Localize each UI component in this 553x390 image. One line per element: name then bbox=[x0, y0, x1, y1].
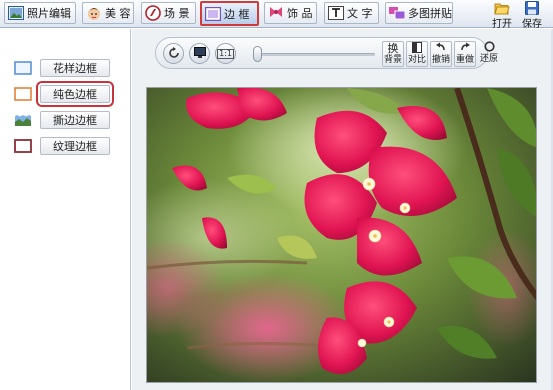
folder-open-icon bbox=[494, 1, 510, 15]
tab-text[interactable]: 文 字 bbox=[324, 2, 379, 24]
tab-collage[interactable]: 多图拼贴 bbox=[385, 2, 453, 24]
actual-size-label: 1:1 bbox=[217, 48, 234, 59]
restore-label: 还原 bbox=[479, 54, 498, 64]
swap-background-top-label: 换 bbox=[387, 42, 399, 55]
tab-label: 边 框 bbox=[224, 7, 250, 21]
fit-screen-button[interactable] bbox=[189, 43, 210, 64]
torn-frame-button[interactable]: 撕边边框 bbox=[40, 111, 110, 129]
texture-frame-button[interactable]: 纹理边框 bbox=[40, 137, 110, 155]
tab-frame[interactable]: 边 框 bbox=[200, 1, 259, 26]
tab-label: 文 字 bbox=[347, 7, 373, 20]
text-icon bbox=[328, 5, 344, 21]
torn-frame-icon bbox=[14, 113, 32, 127]
restore-button[interactable]: 还原 bbox=[478, 41, 500, 67]
save-button[interactable]: 保存 bbox=[519, 1, 545, 30]
accessory-icon bbox=[268, 5, 284, 21]
frame-icon bbox=[205, 6, 221, 22]
scene-icon bbox=[145, 5, 161, 21]
undo-label: 撤销 bbox=[431, 55, 450, 65]
open-button[interactable]: 打开 bbox=[489, 1, 515, 30]
solid-frame-button[interactable]: 纯色边框 bbox=[36, 81, 114, 107]
restore-icon bbox=[483, 41, 495, 54]
rotate-icon bbox=[168, 46, 180, 61]
redo-icon bbox=[460, 42, 470, 55]
open-label: 打开 bbox=[492, 19, 512, 30]
tab-photo-edit[interactable]: 照片编辑 bbox=[4, 2, 76, 24]
frame-item-torn: 撕边边框 bbox=[14, 111, 110, 129]
actual-size-button[interactable]: 1:1 bbox=[215, 43, 236, 64]
redo-button[interactable]: 重做 bbox=[454, 41, 476, 67]
compare-label: 对比 bbox=[407, 55, 426, 65]
zoom-slider-thumb[interactable] bbox=[253, 46, 262, 62]
tab-scene[interactable]: 场 景 bbox=[141, 2, 196, 24]
texture-frame-icon bbox=[14, 139, 32, 153]
compare-icon bbox=[412, 42, 422, 55]
photo-preview[interactable] bbox=[146, 87, 537, 383]
pattern-frame-icon bbox=[14, 61, 32, 75]
frame-type-sidebar: 花样边框 纯色边框 撕边边框 纹理边框 bbox=[0, 29, 131, 390]
flower-photo-image bbox=[147, 88, 536, 382]
tab-label: 美 容 bbox=[105, 7, 131, 20]
swap-background-button[interactable]: 换 背景 bbox=[382, 41, 404, 67]
redo-label: 重做 bbox=[455, 55, 474, 65]
compare-button[interactable]: 对比 bbox=[406, 41, 428, 67]
tab-accessory[interactable]: 饰 品 bbox=[264, 2, 317, 24]
main-toolbar: 照片编辑 美 容 场 景 边 框 饰 品 文 字 多图拼贴 打开 保存 bbox=[0, 0, 553, 30]
tab-beauty[interactable]: 美 容 bbox=[82, 2, 134, 24]
frame-item-texture: 纹理边框 bbox=[14, 137, 110, 155]
beauty-icon bbox=[86, 5, 102, 21]
tab-label: 场 景 bbox=[164, 7, 190, 20]
editor-canvas-area: 1:1 换 背景 对比 撤销 重做 还原 bbox=[132, 29, 553, 390]
tab-label: 饰 品 bbox=[287, 7, 313, 20]
save-label: 保存 bbox=[522, 19, 542, 30]
view-control-bar: 1:1 换 背景 对比 撤销 重做 还原 bbox=[155, 37, 498, 69]
undo-button[interactable]: 撤销 bbox=[430, 41, 452, 67]
floppy-disk-icon bbox=[524, 1, 540, 15]
rotate-button[interactable] bbox=[163, 43, 184, 64]
tab-label: 多图拼贴 bbox=[408, 7, 452, 20]
collage-icon bbox=[389, 5, 405, 21]
solid-frame-icon bbox=[14, 87, 32, 101]
fit-screen-icon bbox=[193, 47, 206, 60]
swap-background-bottom-label: 背景 bbox=[383, 55, 402, 65]
zoom-slider-track[interactable] bbox=[255, 53, 375, 56]
undo-icon bbox=[436, 42, 446, 55]
pattern-frame-button[interactable]: 花样边框 bbox=[40, 59, 110, 77]
tab-label: 照片编辑 bbox=[27, 7, 71, 20]
frame-item-solid: 纯色边框 bbox=[14, 81, 114, 107]
frame-item-pattern: 花样边框 bbox=[14, 59, 110, 77]
photo-edit-icon bbox=[8, 5, 24, 21]
